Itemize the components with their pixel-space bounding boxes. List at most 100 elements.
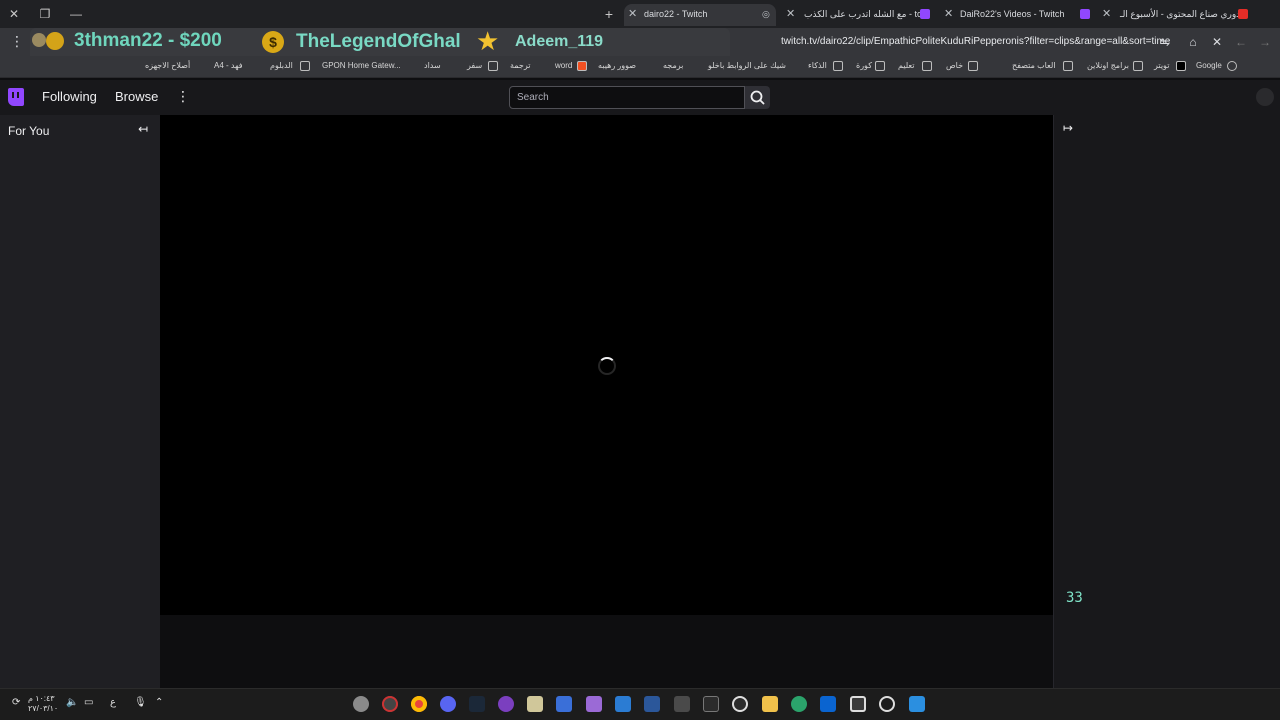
forward-icon[interactable]: ← xyxy=(1233,34,1249,50)
language-indicator[interactable]: ع xyxy=(110,697,116,708)
new-tab-button[interactable]: + xyxy=(601,6,617,22)
more-options-icon[interactable]: ⋮ xyxy=(176,88,190,105)
volume-icon[interactable]: 🔈 xyxy=(66,697,78,708)
bookmark-item[interactable]: تويتر xyxy=(1154,61,1169,70)
network-icon[interactable]: ⟳ xyxy=(12,697,20,708)
word-icon[interactable] xyxy=(644,696,660,712)
bookmark-item[interactable]: word xyxy=(555,61,572,70)
discord-icon[interactable] xyxy=(440,696,456,712)
bookmark-item[interactable]: برامج اونلاين xyxy=(1087,61,1129,70)
settings-app-icon[interactable] xyxy=(353,696,369,712)
folder-icon xyxy=(875,61,885,71)
viewer-name: TheLegendOfGhal xyxy=(296,31,461,52)
file-explorer-icon[interactable] xyxy=(762,696,778,712)
clip-info-area xyxy=(160,615,1053,688)
nav-following[interactable]: Following xyxy=(42,89,97,104)
tab-close-icon[interactable]: ✕ xyxy=(1102,4,1111,24)
bookmark-item[interactable]: كورة xyxy=(856,61,872,70)
home-icon[interactable]: ⌂ xyxy=(1185,34,1201,50)
display-icon[interactable]: ▭ xyxy=(84,697,93,708)
site-settings-icon[interactable]: ⇋ xyxy=(1157,34,1173,50)
sidebar-title: For You xyxy=(8,124,50,138)
left-sidebar xyxy=(0,115,160,688)
bookmark-item[interactable]: تعليم xyxy=(898,61,914,70)
stop-icon[interactable]: ✕ xyxy=(1209,34,1225,50)
windows-taskbar xyxy=(0,688,1280,720)
tab-close-icon[interactable]: ✕ xyxy=(786,4,795,24)
microsoft-icon xyxy=(577,61,587,71)
bookmark-item[interactable]: الدبلوم xyxy=(270,61,293,70)
coin-icon xyxy=(32,33,46,47)
avatar[interactable] xyxy=(1256,88,1274,106)
notepad-icon[interactable] xyxy=(615,696,631,712)
folder-icon xyxy=(968,61,978,71)
app-icon[interactable] xyxy=(498,696,514,712)
bookmark-item[interactable]: سفر xyxy=(467,61,482,70)
bookmark-item[interactable]: برمجه xyxy=(663,61,683,70)
twitch-logo-icon[interactable] xyxy=(8,88,24,106)
folder-icon xyxy=(1063,61,1073,71)
clock-time: ١٠:٤٣ م xyxy=(28,694,55,703)
store-icon[interactable] xyxy=(556,696,572,712)
tab-close-icon[interactable]: ✕ xyxy=(628,4,637,24)
browser-tab-bar: ✕ ❐ — + ✕ dairo22 - Twitch ◎ ✕ مع الشله … xyxy=(0,0,1280,28)
tab-title: DaiRo22's Videos - Twitch xyxy=(960,9,1065,19)
chrome-icon[interactable] xyxy=(411,696,427,712)
back-icon[interactable]: → xyxy=(1257,34,1273,50)
task-view-icon[interactable] xyxy=(850,696,866,712)
bookmark-item[interactable]: صوور رهيبه xyxy=(598,61,636,70)
bookmark-item[interactable]: أصلاح الاجهزه xyxy=(145,61,190,70)
folder-icon xyxy=(1133,61,1143,71)
edge-icon[interactable] xyxy=(791,696,807,712)
calculator-icon[interactable] xyxy=(674,696,690,712)
bookmark-item[interactable]: GPON Home Gatew... xyxy=(322,61,401,70)
show-hidden-icons-icon[interactable]: ⌃ xyxy=(155,697,163,708)
right-column xyxy=(1053,115,1280,688)
outlook-icon[interactable] xyxy=(820,696,836,712)
search-icon[interactable] xyxy=(879,696,895,712)
expand-panel-icon[interactable]: ↦ xyxy=(1063,121,1073,135)
app-icon[interactable] xyxy=(703,696,719,712)
bookmark-item[interactable]: فهد - A4 xyxy=(214,61,243,70)
youtube-favicon-icon xyxy=(1238,9,1248,19)
tab-youtube[interactable]: ✕ دوري صناع المحتوى - الأسبوع الـ xyxy=(1098,4,1250,26)
chatgpt-icon[interactable] xyxy=(732,696,748,712)
tab-close-icon[interactable]: ✕ xyxy=(944,4,953,24)
bookmark-item[interactable]: الذكاء xyxy=(808,61,827,70)
microphone-icon[interactable]: 🎙 xyxy=(134,697,147,708)
bookmark-item[interactable]: شيك على الروابط باخلو xyxy=(708,61,786,70)
side-counter: 33 xyxy=(1066,590,1083,606)
loading-spinner-icon xyxy=(598,357,616,375)
bookmark-item[interactable]: العاب متصفح xyxy=(1012,61,1056,70)
url-field[interactable]: twitch.tv/dairo22/clip/EmpathicPoliteKud… xyxy=(781,36,1170,47)
feather-app-icon[interactable] xyxy=(586,696,602,712)
tab-chat-video[interactable]: ✕ مع الشله اتدرب على الكذب - tch xyxy=(782,4,932,26)
window-close-icon[interactable]: ✕ xyxy=(6,6,22,22)
donation-text: 3thman22 - $200 xyxy=(74,30,222,51)
clock-date: ٢٧/٠٣/١٠ xyxy=(28,704,59,713)
tab-dairo-videos[interactable]: ✕ DaiRo22's Videos - Twitch xyxy=(940,4,1090,26)
tab-dairo22-twitch[interactable]: ✕ dairo22 - Twitch ◎ xyxy=(624,4,776,26)
browser-menu-icon[interactable]: ⋮ xyxy=(10,34,24,48)
app-icon[interactable] xyxy=(527,696,543,712)
app-icon[interactable] xyxy=(382,696,398,712)
bookmark-item[interactable]: Google xyxy=(1196,61,1222,70)
bookmark-item[interactable]: خاص xyxy=(946,61,963,70)
search-input[interactable] xyxy=(509,86,745,109)
tab-title: دوري صناع المحتوى - الأسبوع الـ xyxy=(1120,9,1241,19)
dollar-coin-icon: $ xyxy=(262,31,284,53)
bookmark-item[interactable]: ترجمة xyxy=(510,61,531,70)
folder-icon xyxy=(300,61,310,71)
window-restore-icon[interactable]: ❐ xyxy=(37,6,53,22)
start-icon[interactable] xyxy=(909,696,925,712)
clock[interactable]: ١٠:٤٣ م ٢٧/٠٣/١٠ xyxy=(28,694,58,714)
bookmark-item[interactable]: سداد xyxy=(424,61,441,70)
x-icon xyxy=(1176,61,1186,71)
search-button[interactable] xyxy=(745,86,770,109)
steam-icon[interactable] xyxy=(469,696,485,712)
coin-icon xyxy=(46,32,64,50)
collapse-sidebar-icon[interactable]: ↤ xyxy=(138,122,148,136)
window-minimize-icon[interactable]: — xyxy=(68,6,84,22)
twitch-favicon-icon xyxy=(920,9,930,19)
nav-browse[interactable]: Browse xyxy=(115,89,158,104)
